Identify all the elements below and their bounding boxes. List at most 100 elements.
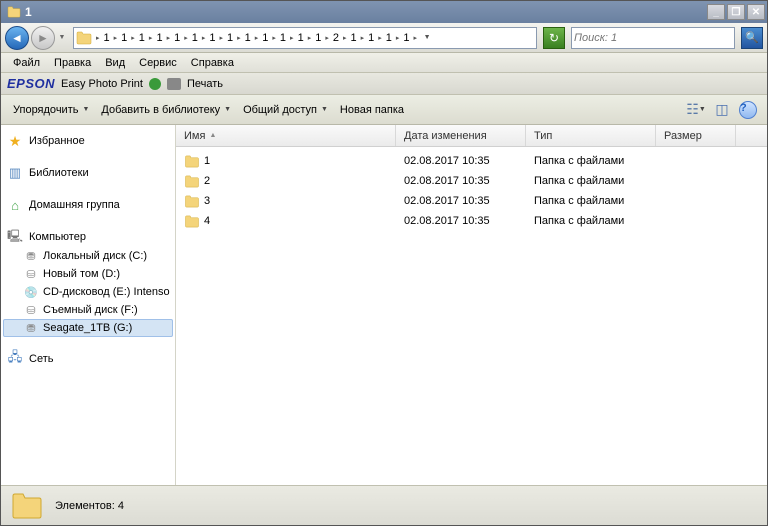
address-bar[interactable]: ▸1▸1▸1▸1▸1▸1▸1▸1▸1▸1▸1▸1▸1▸2▸1▸1▸1▸1▸ ▼ (73, 27, 537, 49)
breadcrumb-separator[interactable]: ▸ (129, 34, 137, 42)
breadcrumb-separator[interactable]: ▸ (306, 34, 314, 42)
breadcrumb-segment[interactable]: 1 (384, 32, 394, 44)
file-date: 02.08.2017 10:35 (396, 175, 526, 187)
column-date[interactable]: Дата изменения (396, 125, 526, 146)
forward-button[interactable]: ► (31, 26, 55, 50)
sidebar-computer[interactable]: 🖳 Компьютер (3, 227, 173, 247)
breadcrumb-separator[interactable]: ▸ (235, 34, 243, 42)
addlib-label: Добавить в библиотеку (101, 104, 220, 116)
column-size[interactable]: Размер (656, 125, 736, 146)
refresh-button[interactable]: ↻ (543, 27, 565, 49)
drive-item[interactable]: ⛁Съемный диск (F:) (3, 301, 173, 319)
sidebar-homegroup[interactable]: ⌂ Домашняя группа (3, 195, 173, 215)
new-folder-button[interactable]: Новая папка (336, 101, 408, 119)
menu-view[interactable]: Вид (99, 55, 131, 71)
printer-icon[interactable] (167, 78, 181, 90)
column-date-label: Дата изменения (404, 130, 487, 142)
breadcrumb-separator[interactable]: ▸ (165, 34, 173, 42)
breadcrumb-separator[interactable]: ▸ (200, 34, 208, 42)
breadcrumb-segment[interactable]: 1 (278, 32, 288, 44)
help-button[interactable]: ? (737, 99, 759, 121)
breadcrumb-segment[interactable]: 1 (260, 32, 270, 44)
breadcrumb-separator[interactable]: ▸ (182, 34, 190, 42)
breadcrumb-separator[interactable]: ▸ (394, 34, 402, 42)
breadcrumb-separator[interactable]: ▸ (412, 34, 420, 42)
breadcrumb-segment[interactable]: 1 (348, 32, 358, 44)
drive-label: Локальный диск (C:) (43, 250, 147, 262)
drive-item[interactable]: 💿CD-дисковод (E:) Intenso (3, 283, 173, 301)
drive-label: Seagate_1TB (G:) (43, 322, 132, 334)
address-dropdown[interactable]: ▼ (419, 34, 435, 41)
breadcrumb-segment[interactable]: 1 (313, 32, 323, 44)
breadcrumb-separator[interactable]: ▸ (341, 34, 349, 42)
epson-toolbar: EPSON Easy Photo Print Печать (1, 73, 767, 95)
file-row[interactable]: 1 02.08.2017 10:35 Папка с файлами (176, 151, 767, 171)
breadcrumb-segment[interactable]: 1 (225, 32, 235, 44)
breadcrumb-segment[interactable]: 1 (366, 32, 376, 44)
epson-status-icon[interactable] (149, 78, 161, 90)
column-type[interactable]: Тип (526, 125, 656, 146)
libraries-label: Библиотеки (29, 167, 89, 179)
file-row[interactable]: 2 02.08.2017 10:35 Папка с файлами (176, 171, 767, 191)
view-options-button[interactable]: ☷ ▼ (685, 99, 707, 121)
add-to-library-button[interactable]: Добавить в библиотеку▼ (97, 101, 235, 119)
breadcrumb-separator[interactable]: ▸ (270, 34, 278, 42)
breadcrumb-segment[interactable]: 1 (137, 32, 147, 44)
minimize-button[interactable]: _ (707, 4, 725, 20)
sidebar-favorites[interactable]: ★ Избранное (3, 131, 173, 151)
breadcrumb-segment[interactable]: 1 (102, 32, 112, 44)
menu-file[interactable]: Файл (7, 55, 46, 71)
epson-print-label[interactable]: Печать (187, 78, 223, 90)
menu-help[interactable]: Справка (185, 55, 240, 71)
drive-item[interactable]: ⛁Новый том (D:) (3, 265, 173, 283)
breadcrumb-separator[interactable]: ▸ (376, 34, 384, 42)
search-input[interactable] (574, 32, 732, 44)
computer-label: Компьютер (29, 231, 86, 243)
organize-button[interactable]: Упорядочить▼ (9, 101, 93, 119)
history-dropdown[interactable]: ▼ (57, 26, 67, 50)
sort-ascending-icon: ▲ (209, 132, 216, 139)
sidebar-libraries[interactable]: ▥ Библиотеки (3, 163, 173, 183)
breadcrumb-segment[interactable]: 1 (296, 32, 306, 44)
drive-icon: ⛁ (23, 267, 39, 281)
drive-icon: 💿 (23, 285, 39, 299)
libraries-icon: ▥ (7, 166, 23, 180)
drive-item[interactable]: ⛃ Локальный диск (C:) (3, 247, 173, 265)
breadcrumb-separator[interactable]: ▸ (94, 34, 102, 42)
menu-edit[interactable]: Правка (48, 55, 97, 71)
breadcrumb-segment[interactable]: 2 (331, 32, 341, 44)
breadcrumb-segment[interactable]: 1 (207, 32, 217, 44)
breadcrumb-separator[interactable]: ▸ (288, 34, 296, 42)
breadcrumb-segment[interactable]: 1 (119, 32, 129, 44)
search-button[interactable]: 🔍 (741, 27, 763, 49)
breadcrumb-segment[interactable]: 1 (172, 32, 182, 44)
file-row[interactable]: 4 02.08.2017 10:35 Папка с файлами (176, 211, 767, 231)
breadcrumb-separator[interactable]: ▸ (147, 34, 155, 42)
sidebar-network[interactable]: 🖧 Сеть (3, 349, 173, 369)
search-box[interactable] (571, 27, 735, 49)
folder-icon (184, 155, 200, 168)
menu-tools[interactable]: Сервис (133, 55, 183, 71)
column-name[interactable]: Имя ▲ (176, 125, 396, 146)
breadcrumb-segment[interactable]: 1 (401, 32, 411, 44)
breadcrumb-separator[interactable]: ▸ (112, 34, 120, 42)
window-title: 1 (25, 5, 707, 19)
drive-item[interactable]: ⛃Seagate_1TB (G:) (3, 319, 173, 337)
breadcrumb-segment[interactable]: 1 (190, 32, 200, 44)
favorites-label: Избранное (29, 135, 85, 147)
back-button[interactable]: ◄ (5, 26, 29, 50)
file-type: Папка с файлами (526, 195, 656, 207)
breadcrumb-separator[interactable]: ▸ (217, 34, 225, 42)
drive-icon: ⛃ (23, 249, 39, 263)
preview-pane-button[interactable]: ◫ (711, 99, 733, 121)
file-row[interactable]: 3 02.08.2017 10:35 Папка с файлами (176, 191, 767, 211)
breadcrumb-segment[interactable]: 1 (243, 32, 253, 44)
close-button[interactable]: ✕ (747, 4, 765, 20)
maximize-button[interactable]: ❐ (727, 4, 745, 20)
breadcrumb-segment[interactable]: 1 (154, 32, 164, 44)
folder-icon (184, 215, 200, 228)
share-button[interactable]: Общий доступ▼ (239, 101, 332, 119)
breadcrumb-separator[interactable]: ▸ (253, 34, 261, 42)
breadcrumb-separator[interactable]: ▸ (359, 34, 367, 42)
breadcrumb-separator[interactable]: ▸ (323, 34, 331, 42)
